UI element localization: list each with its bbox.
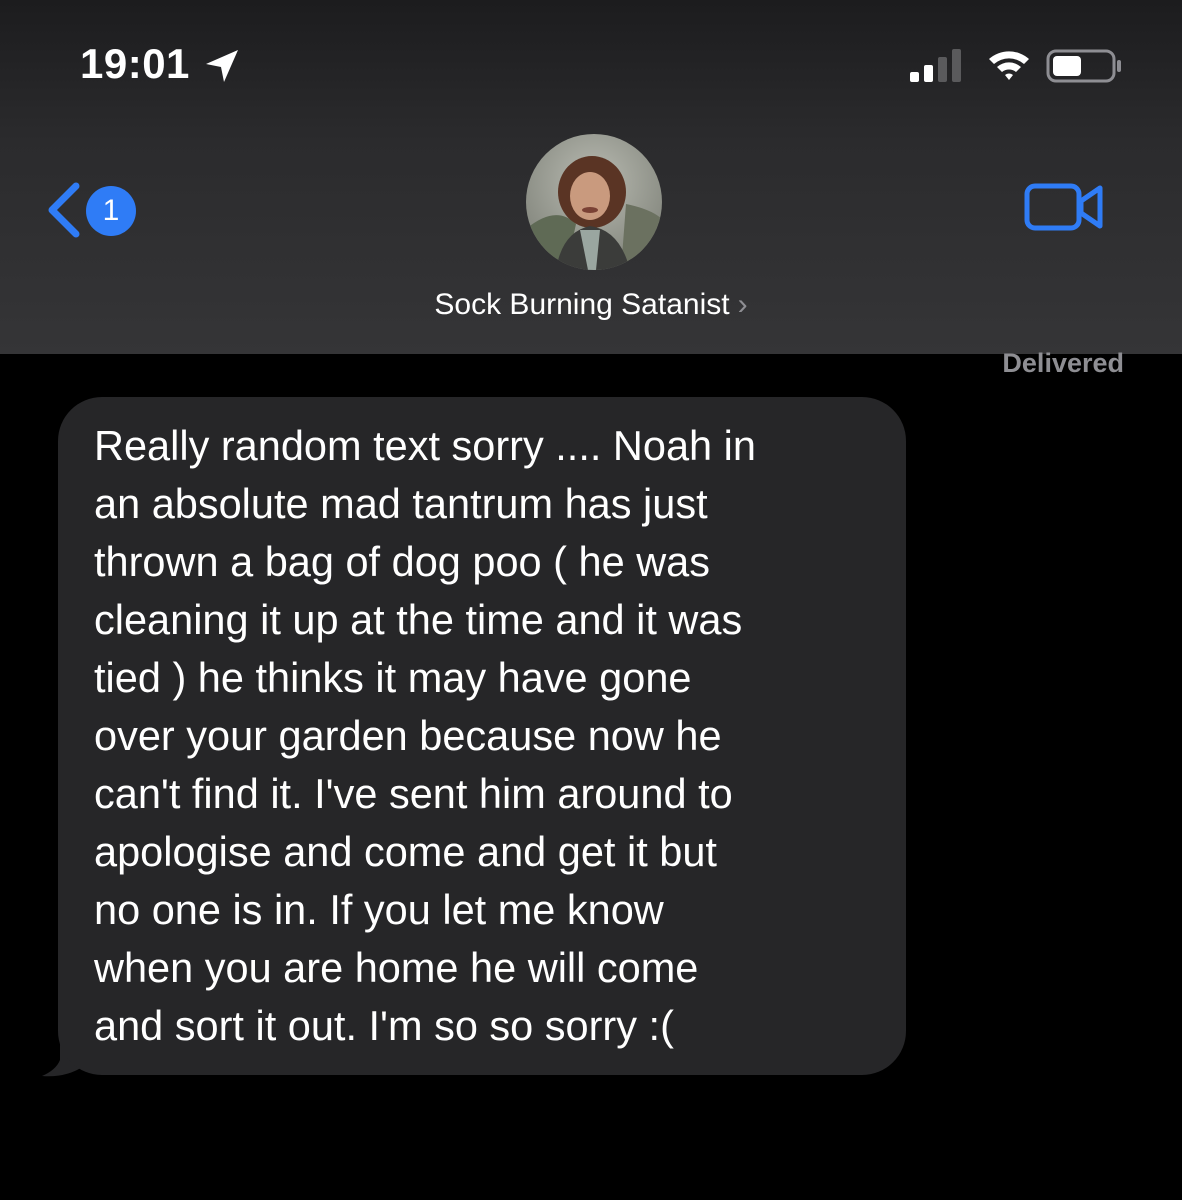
message-text: Really random text sorry .... Noah in an … xyxy=(94,417,882,1055)
contact-details-link[interactable]: Sock Burning Satanist › xyxy=(0,288,1182,322)
battery-icon xyxy=(1046,49,1121,83)
message-line: no one is in. If you let me know xyxy=(94,886,664,933)
chevron-right-icon: › xyxy=(737,288,748,321)
incoming-message-bubble[interactable]: Really random text sorry .... Noah in an … xyxy=(58,397,906,1075)
message-line: apologise and come and get it but xyxy=(94,828,717,875)
message-line: and sort it out. I'm so so sorry :( xyxy=(94,1002,674,1049)
message-line: tied ) he thinks it may have gone xyxy=(94,654,692,701)
delivered-status: Delivered xyxy=(1002,348,1124,378)
video-camera-icon[interactable] xyxy=(1024,180,1104,234)
avatar-photo xyxy=(526,134,662,270)
cellular-signal-icon xyxy=(910,49,961,82)
location-arrow-icon xyxy=(206,50,238,82)
unread-count-badge: 1 xyxy=(86,186,136,236)
message-line: when you are home he will come xyxy=(94,944,699,991)
message-line: thrown a bag of dog poo ( he was xyxy=(94,538,710,585)
back-chevron-icon xyxy=(48,182,80,238)
message-line: Really random text sorry .... Noah in xyxy=(94,422,756,469)
message-line: over your garden because now he xyxy=(94,712,722,759)
contact-avatar[interactable] xyxy=(526,134,662,270)
message-line: cleaning it up at the time and it was xyxy=(94,596,743,643)
status-time: 19:01 xyxy=(80,40,190,87)
message-line: can't find it. I've sent him around to xyxy=(94,770,733,817)
conversation-header: 19:01 1 Sock Burning Satanist › xyxy=(0,0,1182,354)
back-button[interactable]: 1 xyxy=(42,178,142,242)
message-line: an absolute mad tantrum has just xyxy=(94,480,708,527)
contact-name: Sock Burning Satanist xyxy=(434,288,730,321)
wifi-icon xyxy=(989,51,1029,80)
messages-screen: 19:01 1 Sock Burning Satanist › Delivere… xyxy=(0,0,1182,1200)
